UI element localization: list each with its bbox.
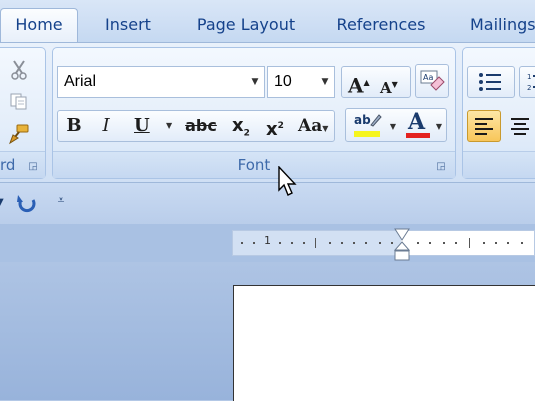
font-name-combo[interactable]: Arial ▼ bbox=[57, 66, 265, 98]
subscript-digit: 2 bbox=[243, 128, 250, 139]
numbering-button[interactable]: 1 2 bbox=[519, 66, 535, 98]
highlight-color-swatch bbox=[354, 131, 380, 137]
underline-dropdown-arrow[interactable]: ▼ bbox=[166, 111, 172, 141]
clear-formatting-button[interactable]: Aa bbox=[415, 64, 449, 98]
font-color-button[interactable]: A bbox=[401, 108, 433, 142]
align-left-button[interactable] bbox=[467, 110, 501, 142]
strikethrough-button[interactable]: abc bbox=[181, 110, 221, 142]
font-group-label: Font bbox=[53, 151, 455, 178]
font-size-value: 10 bbox=[274, 73, 292, 90]
bullets-icon bbox=[479, 73, 501, 91]
ribbon: rd ◲ Arial ▼ 10 ▼ A▲ A▼ Aa B I U ▼ abc x… bbox=[0, 42, 535, 183]
superscript-digit: 2 bbox=[277, 121, 284, 131]
copy-icon bbox=[10, 93, 27, 110]
font-dialog-launcher[interactable]: ◲ bbox=[435, 161, 447, 173]
change-case-dropdown-arrow[interactable]: ▼ bbox=[322, 123, 328, 133]
format-painter-icon bbox=[9, 124, 29, 145]
ruler-left-margin bbox=[233, 231, 401, 255]
document-page[interactable] bbox=[233, 285, 535, 401]
quick-access-toolbar: ▼ ⩡ bbox=[0, 182, 535, 225]
mouse-pointer-icon bbox=[278, 165, 298, 198]
horizontal-ruler[interactable]: 1 bbox=[232, 230, 535, 256]
repeat-icon bbox=[17, 195, 36, 213]
italic-button[interactable]: I bbox=[91, 110, 121, 142]
tab-mailings[interactable]: Mailings bbox=[464, 10, 535, 40]
underline-button[interactable]: U ▼ bbox=[125, 110, 172, 142]
paragraph-group-label bbox=[463, 151, 535, 178]
clipboard-group: rd ◲ bbox=[0, 47, 46, 179]
svg-text:2: 2 bbox=[527, 84, 531, 92]
font-size-combo[interactable]: 10 ▼ bbox=[267, 66, 335, 98]
superscript-x: x bbox=[266, 119, 278, 140]
tab-references[interactable]: References bbox=[328, 10, 434, 40]
font-group: Arial ▼ 10 ▼ A▲ A▼ Aa B I U ▼ abc x2 x2 bbox=[52, 47, 456, 179]
align-center-button[interactable] bbox=[503, 110, 535, 142]
ribbon-tab-bar: Home Insert Page Layout References Maili… bbox=[0, 0, 535, 44]
cut-button[interactable] bbox=[5, 58, 33, 84]
font-name-value: Arial bbox=[64, 73, 97, 90]
tab-page-layout[interactable]: Page Layout bbox=[188, 10, 304, 40]
paragraph-group: 1 2 bbox=[462, 47, 535, 179]
redo-button[interactable] bbox=[14, 191, 40, 217]
svg-text:Aa: Aa bbox=[423, 73, 433, 82]
svg-text:1: 1 bbox=[527, 73, 531, 81]
customize-qat-button[interactable]: ⩡ bbox=[54, 193, 68, 213]
change-case-button[interactable]: Aa▼ bbox=[293, 110, 335, 142]
indent-marker-icon bbox=[393, 228, 411, 261]
highlighter-pen-icon bbox=[370, 114, 382, 127]
underline-label: U bbox=[134, 115, 150, 136]
subscript-x: x bbox=[232, 115, 244, 136]
font-color-swatch bbox=[406, 133, 430, 138]
shrink-font-button[interactable]: A▼ bbox=[380, 69, 398, 103]
superscript-button[interactable]: x2 bbox=[259, 110, 291, 142]
indent-markers[interactable] bbox=[392, 228, 412, 262]
undo-dropdown-arrow[interactable]: ▼ bbox=[0, 197, 6, 209]
tab-insert[interactable]: Insert bbox=[92, 10, 164, 40]
highlight-dropdown-arrow[interactable]: ▼ bbox=[387, 108, 399, 142]
change-case-label: Aa bbox=[298, 116, 323, 136]
clipboard-dialog-launcher[interactable]: ◲ bbox=[27, 161, 39, 173]
font-name-dropdown-arrow[interactable]: ▼ bbox=[246, 67, 264, 97]
ruler-number: 1 bbox=[264, 234, 271, 247]
grow-font-button[interactable]: A▲ bbox=[348, 67, 370, 101]
cut-icon bbox=[11, 60, 27, 80]
subscript-button[interactable]: x2 bbox=[225, 110, 257, 142]
align-left-icon bbox=[475, 118, 493, 135]
align-center-icon bbox=[511, 118, 529, 135]
bullets-button[interactable] bbox=[467, 66, 515, 98]
numbering-icon: 1 2 bbox=[527, 73, 535, 92]
font-size-buttons: A▲ A▼ bbox=[341, 66, 411, 98]
bold-button[interactable]: B bbox=[59, 110, 89, 142]
copy-button[interactable] bbox=[5, 90, 33, 116]
tab-home[interactable]: Home bbox=[0, 8, 78, 43]
format-painter-button[interactable] bbox=[5, 122, 33, 148]
font-size-dropdown-arrow[interactable]: ▼ bbox=[316, 67, 334, 97]
clear-formatting-icon: Aa bbox=[420, 70, 445, 91]
highlight-button[interactable]: ab bbox=[349, 108, 389, 142]
font-color-dropdown-arrow[interactable]: ▼ bbox=[433, 108, 445, 142]
